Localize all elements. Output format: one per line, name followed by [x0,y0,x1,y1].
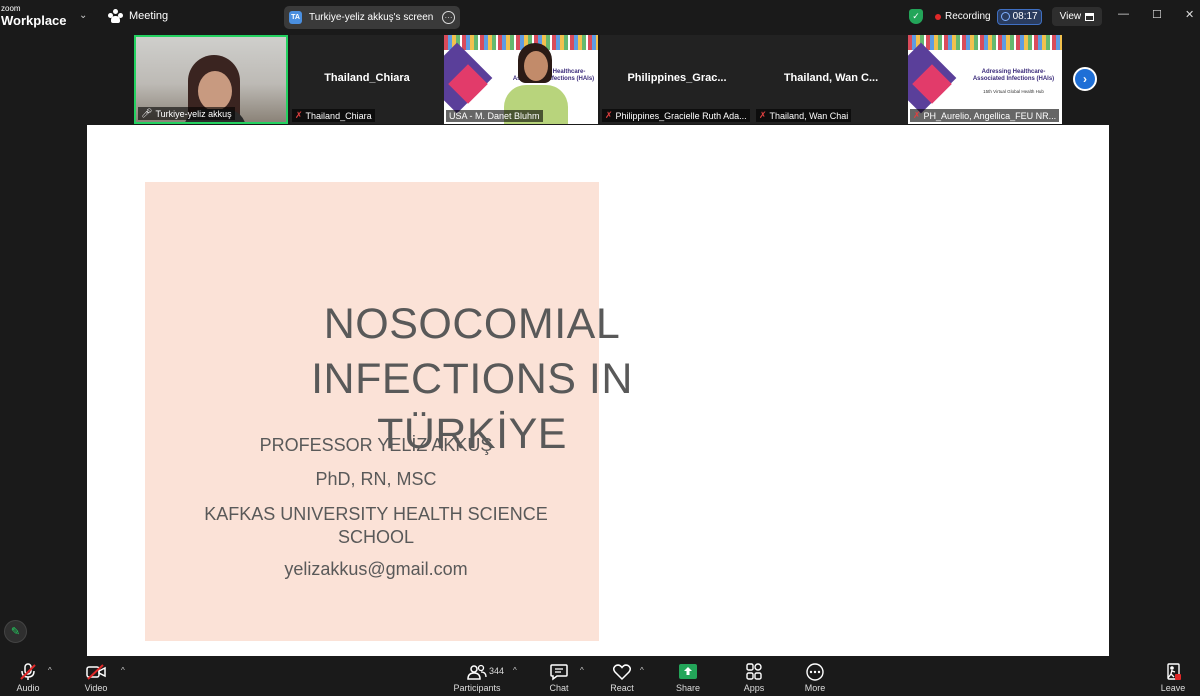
leave-button[interactable]: Leave [1148,661,1198,693]
tile-name-label: ✗ Philippines_Gracielle Ruth Ada... [602,109,750,122]
tile-name-label: 🎤︎ Turkiye-yeliz akkuş [138,107,235,120]
shared-screen-slide: NOSOCOMIAL INFECTIONS IN TÜRKİYE PROFESS… [87,125,1109,656]
meeting-label: Meeting [129,10,169,22]
leave-label: Leave [1160,683,1186,693]
participant-tile[interactable]: Thailand, Wan C... ✗ Thailand, Wan Chai [754,35,908,124]
more-options-icon[interactable]: ··· [442,11,455,24]
react-label: React [610,683,634,693]
view-label: View [1059,11,1082,22]
video-button[interactable]: Video [71,661,121,693]
slide-affiliation: KAFKAS UNIVERSITY HEALTH SCIENCE SCHOOL [186,503,566,548]
video-options-chevron-icon[interactable]: ^ [121,666,125,675]
more-button[interactable]: More [790,661,840,693]
tile-display-name: Thailand, Wan C... [783,72,879,84]
screen-share-indicator[interactable]: TA Turkiye-yeliz akkuş's screen ··· [284,6,460,29]
mic-muted-icon: ✗ [295,110,303,120]
logo-bottom-text: Workplace [1,13,67,28]
audio-label: Audio [16,683,40,693]
chat-icon [549,661,569,682]
share-label: Share [675,683,701,693]
participant-tile[interactable]: Philippines_Grac... ✗ Philippines_Gracie… [600,35,754,124]
mic-icon: 🎤︎ [141,108,153,118]
participant-tile[interactable]: 🎤︎ Turkiye-yeliz akkuş [134,35,288,124]
title-bar: zoom Workplace ⌄ Meeting TA Turkiye-yeli… [0,0,1200,34]
audio-options-chevron-icon[interactable]: ^ [48,666,52,675]
react-options-chevron-icon[interactable]: ^ [640,666,644,675]
mic-muted-icon: ✗ [605,110,613,120]
participant-gallery: 🎤︎ Turkiye-yeliz akkuş Thailand_Chiara ✗… [134,35,1066,124]
zoom-logo: zoom Workplace [1,4,67,28]
slide-credentials: PhD, RN, MSC [315,469,437,489]
share-button[interactable]: Share [663,661,713,693]
recording-label: Recording [945,11,991,22]
heart-icon [612,661,632,682]
meeting-info-button[interactable]: Meeting [108,9,168,23]
slide-thumb-header [908,35,1062,50]
slide-thumb-subtitle: 15th Virtual Global Health Hub [983,89,1044,94]
view-grid-icon [1085,12,1095,21]
meeting-timer[interactable]: 08:17 [996,8,1042,25]
participant-tile[interactable]: Adressing Healthcare-Associated Infectio… [444,35,598,124]
video-off-icon [86,661,106,682]
presenter-face [524,51,548,81]
video-label: Video [84,683,108,693]
slide-thumb-title: Adressing Healthcare- Associated Infecti… [972,69,1055,83]
screen-share-label: Turkiye-yeliz akkuş's screen [309,12,434,23]
tile-name-label: ✗ PH_Aurelio, Angellica_FEU NR... [910,109,1060,122]
participant-tile[interactable]: Thailand_Chiara ✗ Thailand_Chiara [290,35,444,124]
slide-affiliation-line1: KAFKAS UNIVERSITY HEALTH SCIENCE [204,504,548,524]
status-group: ✓ Recording 08:17 View [909,7,1103,26]
chat-label: Chat [549,683,569,693]
annotate-pencil-icon[interactable]: ✎ [4,620,27,643]
mic-muted-icon [18,661,38,682]
tile-display-name: Philippines_Grac... [627,72,727,84]
participants-options-chevron-icon[interactable]: ^ [513,666,517,675]
meeting-toolbar: Audio ^ Video ^ Participants 344 ^ Chat … [0,657,1200,696]
slide-title-line1: NOSOCOMIAL [323,300,621,348]
app-menu-chevron-icon[interactable]: ⌄ [79,10,87,21]
gallery-next-arrow-icon[interactable]: › [1073,67,1097,91]
mic-muted-icon: ✗ [913,110,921,120]
logo-top-text: zoom [1,4,21,13]
maximize-icon[interactable]: ☐ [1152,8,1162,21]
view-button[interactable]: View [1051,7,1103,26]
slide-affiliation-line2: SCHOOL [337,526,415,547]
participant-tile[interactable]: Adressing Healthcare- Associated Infecti… [908,35,1062,124]
chat-button[interactable]: Chat [534,661,584,693]
tile-name-label: ✗ Thailand, Wan Chai [756,109,852,122]
close-icon[interactable]: ✕ [1185,8,1194,21]
audio-button[interactable]: Audio [3,661,53,693]
slide-thumb-header [444,35,598,50]
more-label: More [804,683,826,693]
chat-options-chevron-icon[interactable]: ^ [580,666,584,675]
apps-button[interactable]: Apps [729,661,779,693]
recording-indicator[interactable]: Recording [935,11,991,22]
apps-label: Apps [743,683,765,693]
participant-count: 344 [489,666,505,676]
minimize-icon[interactable]: — [1118,8,1129,20]
zoom-window: { "app": {"logo_top": "zoom", "logo_bott… [0,0,1200,696]
tile-name-label: ✗ Thailand_Chiara [292,109,375,122]
sharer-avatar: TA [289,11,302,24]
participants-label: Participants [453,683,501,693]
leave-icon [1163,661,1183,682]
meeting-icon [108,9,123,23]
tile-display-name: Thailand_Chiara [324,72,410,84]
timer-value: 08:17 [1012,11,1038,22]
tile-name-label: USA - M. Danet Bluhm [446,110,543,122]
slide-presenter: PROFESSOR YELİZ AKKUŞ [259,435,493,455]
share-screen-icon [678,661,698,682]
mic-muted-icon: ✗ [759,110,767,120]
security-shield-icon[interactable]: ✓ [909,9,923,24]
participant-face [198,71,232,111]
timer-clock-icon [1000,12,1010,21]
apps-icon [744,661,764,682]
slide-email: yelizakkus@gmail.com [284,559,468,579]
recording-dot-icon [935,13,941,20]
participants-icon [467,661,487,682]
more-dots-icon [805,661,825,682]
